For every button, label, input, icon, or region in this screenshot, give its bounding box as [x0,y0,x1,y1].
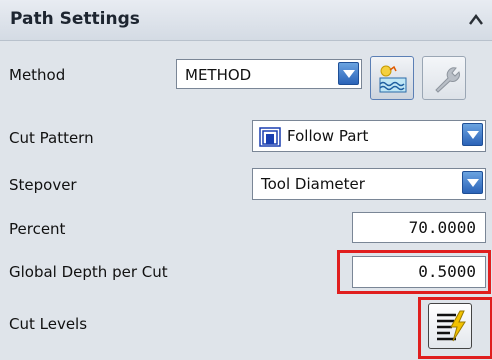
cut-levels-label: Cut Levels [9,315,88,333]
chevron-down-icon[interactable] [462,123,483,146]
chevron-down-icon[interactable] [462,171,483,194]
edit-method-button[interactable] [422,56,466,100]
cut-levels-button[interactable] [428,303,472,349]
panel-title: Path Settings [10,9,140,29]
follow-part-pattern-icon [259,127,281,147]
cut-pattern-label: Cut Pattern [9,129,94,147]
percent-label: Percent [9,220,66,238]
cut-pattern-value: Follow Part [287,127,369,145]
percent-value: 70.0000 [408,218,476,237]
method-select[interactable]: METHOD [176,59,362,89]
method-label: Method [9,66,66,84]
method-value: METHOD [185,66,252,84]
panel-header[interactable]: Path Settings [0,0,492,41]
global-depth-label: Global Depth per Cut [9,263,168,281]
stepover-value: Tool Diameter [261,175,365,193]
wrench-icon [435,67,460,93]
global-depth-input[interactable]: 0.5000 [352,256,486,288]
global-depth-value: 0.5000 [418,262,476,281]
chevron-up-icon[interactable] [466,10,486,30]
path-settings-panel: Path Settings Method METHOD Cut Pattern … [0,0,492,360]
chevron-down-icon[interactable] [338,62,359,85]
create-method-button[interactable] [370,56,414,100]
cut-pattern-select[interactable]: Follow Part [252,120,486,152]
create-method-icon [379,65,407,93]
cut-levels-icon [437,310,466,342]
percent-input[interactable]: 70.0000 [352,212,486,243]
stepover-select[interactable]: Tool Diameter [252,168,486,200]
stepover-label: Stepover [9,176,77,194]
